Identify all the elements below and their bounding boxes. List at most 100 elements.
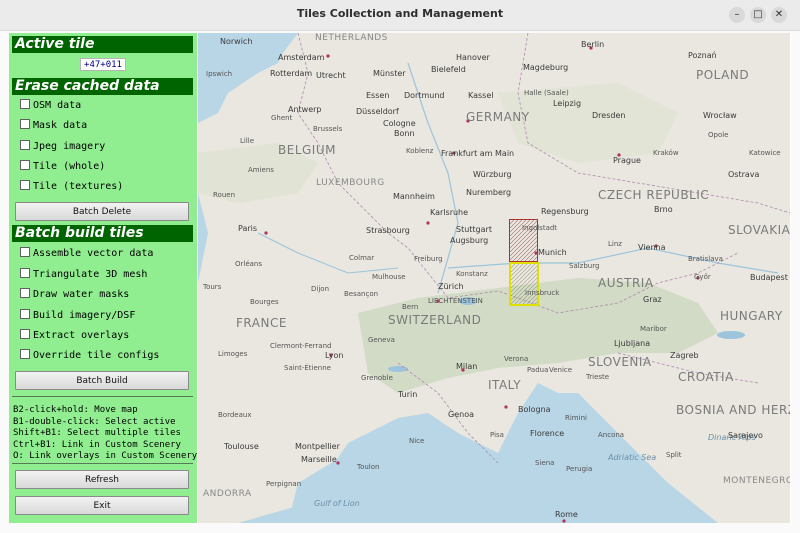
batch-delete-button[interactable]: Batch Delete (15, 202, 189, 221)
checkbox-label: Draw water masks (33, 289, 130, 300)
city-label: Berlin (581, 40, 605, 49)
city-label: Montpellier (295, 442, 340, 451)
close-button[interactable]: ✕ (771, 7, 787, 23)
city-label: Ljubljana (614, 339, 651, 348)
city-label: Nuremberg (466, 188, 512, 197)
help-line: O: Link overlays in Custom Scenery (13, 451, 198, 461)
city-label: Ingolstadt (522, 224, 558, 232)
checkbox-icon (20, 99, 30, 109)
country-label: LIECHTENSTEIN (428, 297, 483, 305)
city-label: Lille (240, 137, 255, 145)
sea-label: Adriatic Sea (608, 453, 657, 462)
city-label: Münster (373, 69, 406, 78)
exit-button[interactable]: Exit (15, 496, 189, 515)
city-label: Bonn (394, 129, 415, 138)
sidebar: Active tile +47+011 Erase cached data OS… (9, 33, 197, 523)
map-canvas[interactable]: NETHERLANDS GERMANY BELGIUM LUXEMBOURG C… (198, 33, 790, 523)
city-label: Florence (530, 429, 565, 438)
city-label: Győr (694, 273, 711, 281)
checkbox-icon (20, 247, 30, 257)
city-label: Rouen (213, 191, 236, 199)
country-label: NETHERLANDS (315, 33, 388, 43)
city-label: Poznań (688, 51, 717, 60)
city-label: Bratislava (688, 255, 723, 263)
city-label: Zagreb (670, 351, 699, 360)
city-label: Regensburg (541, 207, 589, 216)
active-tile-value: +47+011 (80, 58, 126, 71)
city-label: Koblenz (406, 147, 434, 155)
city-label: Perugia (566, 465, 593, 473)
city-label: Turin (398, 390, 418, 399)
city-label: Düsseldorf (356, 107, 399, 116)
city-label: Siena (535, 459, 555, 467)
city-label: Verona (504, 355, 529, 363)
build-override-configs-checkbox[interactable]: Override tile configs (20, 349, 159, 363)
city-label: Nice (409, 437, 425, 445)
help-line: B2-click+hold: Move map (13, 405, 138, 415)
city-label: Amiens (248, 166, 274, 174)
erase-tile-whole-checkbox[interactable]: Tile (whole) (20, 160, 105, 174)
erase-osm-data-checkbox[interactable]: OSM data (20, 99, 81, 113)
erase-tile-textures-checkbox[interactable]: Tile (textures) (20, 180, 123, 194)
city-label: Trieste (586, 373, 610, 381)
checkbox-label: Build imagery/DSF (33, 310, 136, 321)
city-label: Dijon (311, 285, 329, 293)
city-label: Essen (366, 91, 390, 100)
city-label: Grenoble (361, 374, 393, 382)
country-label: GERMANY (466, 110, 530, 124)
checkbox-icon (20, 268, 30, 278)
city-label: Paris (238, 224, 258, 233)
city-label: Saint-Étienne (284, 364, 331, 372)
checkbox-icon (20, 329, 30, 339)
city-label: Bielefeld (431, 65, 466, 74)
checkbox-label: Tile (whole) (33, 161, 106, 172)
minimize-button[interactable]: – (729, 7, 745, 23)
country-label: POLAND (696, 68, 750, 82)
country-label: AUSTRIA (598, 276, 654, 290)
city-label: Innsbruck (525, 289, 560, 297)
city-label: Tours (203, 283, 222, 291)
city-label: Antwerp (288, 105, 322, 114)
refresh-button[interactable]: Refresh (15, 470, 189, 489)
build-extract-overlays-checkbox[interactable]: Extract overlays (20, 329, 129, 343)
erase-mask-data-checkbox[interactable]: Mask data (20, 119, 87, 133)
city-label: Augsburg (450, 236, 489, 245)
city-label: Rotterdam (270, 69, 313, 78)
batch-build-heading: Batch build tiles (12, 225, 193, 242)
country-label: MONTENEGRO (723, 476, 790, 486)
checkbox-label: Tile (textures) (33, 181, 124, 192)
build-assemble-vector-checkbox[interactable]: Assemble vector data (20, 247, 153, 261)
build-triangulate-mesh-checkbox[interactable]: Triangulate 3D mesh (20, 268, 147, 282)
erase-jpeg-imagery-checkbox[interactable]: Jpeg imagery (20, 140, 105, 154)
build-imagery-dsf-checkbox[interactable]: Build imagery/DSF (20, 309, 135, 323)
city-label: Venice (549, 366, 573, 374)
city-label: Utrecht (316, 71, 346, 80)
city-label: Freiburg (414, 255, 443, 263)
city-label: Bordeaux (218, 411, 252, 419)
country-label: ITALY (488, 378, 522, 392)
city-label: Würzburg (473, 170, 512, 179)
city-label: Dortmund (404, 91, 445, 100)
title-bar[interactable]: Tiles Collection and Management – □ ✕ (0, 0, 800, 31)
checkbox-icon (20, 288, 30, 298)
build-water-masks-checkbox[interactable]: Draw water masks (20, 288, 129, 302)
city-label: Toulouse (224, 442, 259, 451)
city-label: Pisa (490, 431, 504, 439)
city-label: Mannheim (393, 192, 435, 201)
city-label: Split (666, 451, 682, 459)
city-label: Kraków (653, 149, 679, 157)
city-label: Leipzig (553, 99, 582, 108)
checkbox-icon (20, 309, 30, 319)
city-label: Rimini (565, 414, 587, 422)
city-label: Hanover (456, 53, 490, 62)
checkbox-label: Assemble vector data (33, 248, 154, 259)
checkbox-icon (20, 119, 30, 129)
active-tile[interactable] (509, 262, 539, 306)
city-label: Bourges (250, 298, 279, 306)
country-label: HUNGARY (720, 309, 783, 323)
batch-build-button[interactable]: Batch Build (15, 371, 189, 390)
city-label: Opole (708, 131, 729, 139)
city-label: Stuttgart (456, 225, 492, 234)
maximize-button[interactable]: □ (750, 7, 766, 23)
city-label: Besançon (344, 290, 379, 298)
